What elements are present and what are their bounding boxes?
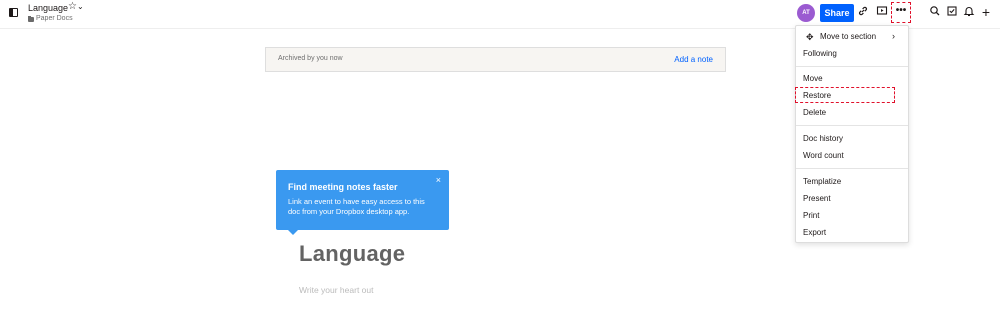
avatar[interactable]: AT [797,4,815,22]
present-icon[interactable] [875,5,889,19]
menu-item-print[interactable]: Print [803,211,819,220]
menu-item-doc-history[interactable]: Doc history [803,134,843,143]
search-icon[interactable] [928,5,942,19]
archived-status-text: Archived by you now [278,55,343,62]
menu-divider [796,66,908,67]
tooltip-title: Find meeting notes faster [288,182,398,192]
sidebar-toggle-icon[interactable] [9,8,18,17]
doc-title[interactable]: Language [28,3,68,13]
chevron-down-icon[interactable]: ⌄ [77,2,84,11]
star-icon[interactable]: ☆ [68,1,77,12]
menu-item-move[interactable]: Move [803,74,823,83]
highlight-more-button [891,2,911,23]
menu-item-export[interactable]: Export [803,228,826,237]
archived-banner: Archived by you now Add a note [265,47,726,72]
tooltip-body: Link an event to have easy access to thi… [288,197,425,216]
move-arrows-icon: ✥ [806,32,814,42]
meeting-notes-tooltip: Find meeting notes faster Link an event … [276,170,449,235]
document-body-placeholder[interactable]: Write your heart out [299,285,374,295]
document-heading[interactable]: Language [299,241,405,267]
menu-divider [796,168,908,169]
chevron-right-icon: › [892,31,895,41]
share-button[interactable]: Share [820,4,854,22]
close-icon[interactable]: × [436,175,441,185]
menu-item-delete[interactable]: Delete [803,108,826,117]
link-icon[interactable] [856,5,870,19]
bell-icon[interactable] [962,5,976,19]
menu-item-templatize[interactable]: Templatize [803,177,841,186]
plus-icon[interactable]: + [979,5,993,19]
highlight-restore-item [795,87,895,103]
top-bar: Language ☆ ⌄ Paper Docs AT Share ••• + [0,0,1000,28]
menu-item-present[interactable]: Present [803,194,831,203]
menu-item-move-to-section[interactable]: Move to section [820,32,876,41]
breadcrumb[interactable]: Paper Docs [36,15,73,22]
menu-divider [796,125,908,126]
checklist-icon[interactable] [945,5,959,19]
folder-icon [28,16,34,22]
menu-item-following[interactable]: Following [803,49,837,58]
menu-item-word-count[interactable]: Word count [803,151,844,160]
more-options-menu: ✥ Move to section › Following Move Resto… [795,25,909,243]
add-note-link[interactable]: Add a note [674,55,713,64]
